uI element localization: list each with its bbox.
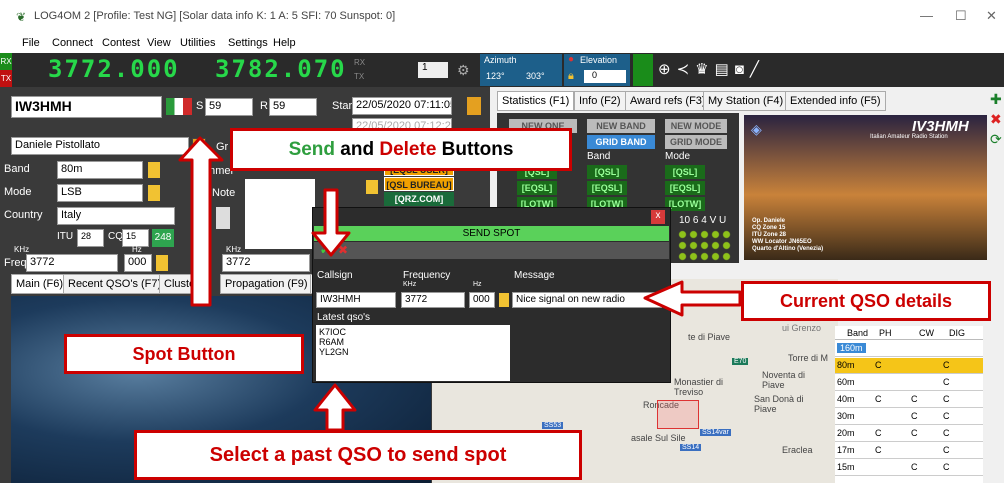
arrow-to-qso-details [643,280,742,317]
arrow-to-spot-button [178,136,224,307]
current-qso-callout: Current QSO details [741,281,991,321]
annotation-arrows [178,136,742,432]
callout-delete: Delete [379,139,437,160]
spot-button-callout: Spot Button [64,334,304,374]
callout-buttons: Buttons [441,139,514,160]
callout-and: and [340,139,375,160]
arrow-to-latest-list [313,383,357,432]
select-past-qso-callout: Select a past QSO to send spot [134,430,582,480]
send-delete-callout: Send and Delete Buttons [230,128,572,171]
callout-send: Send [288,139,336,160]
arrow-to-send-delete [311,188,351,257]
